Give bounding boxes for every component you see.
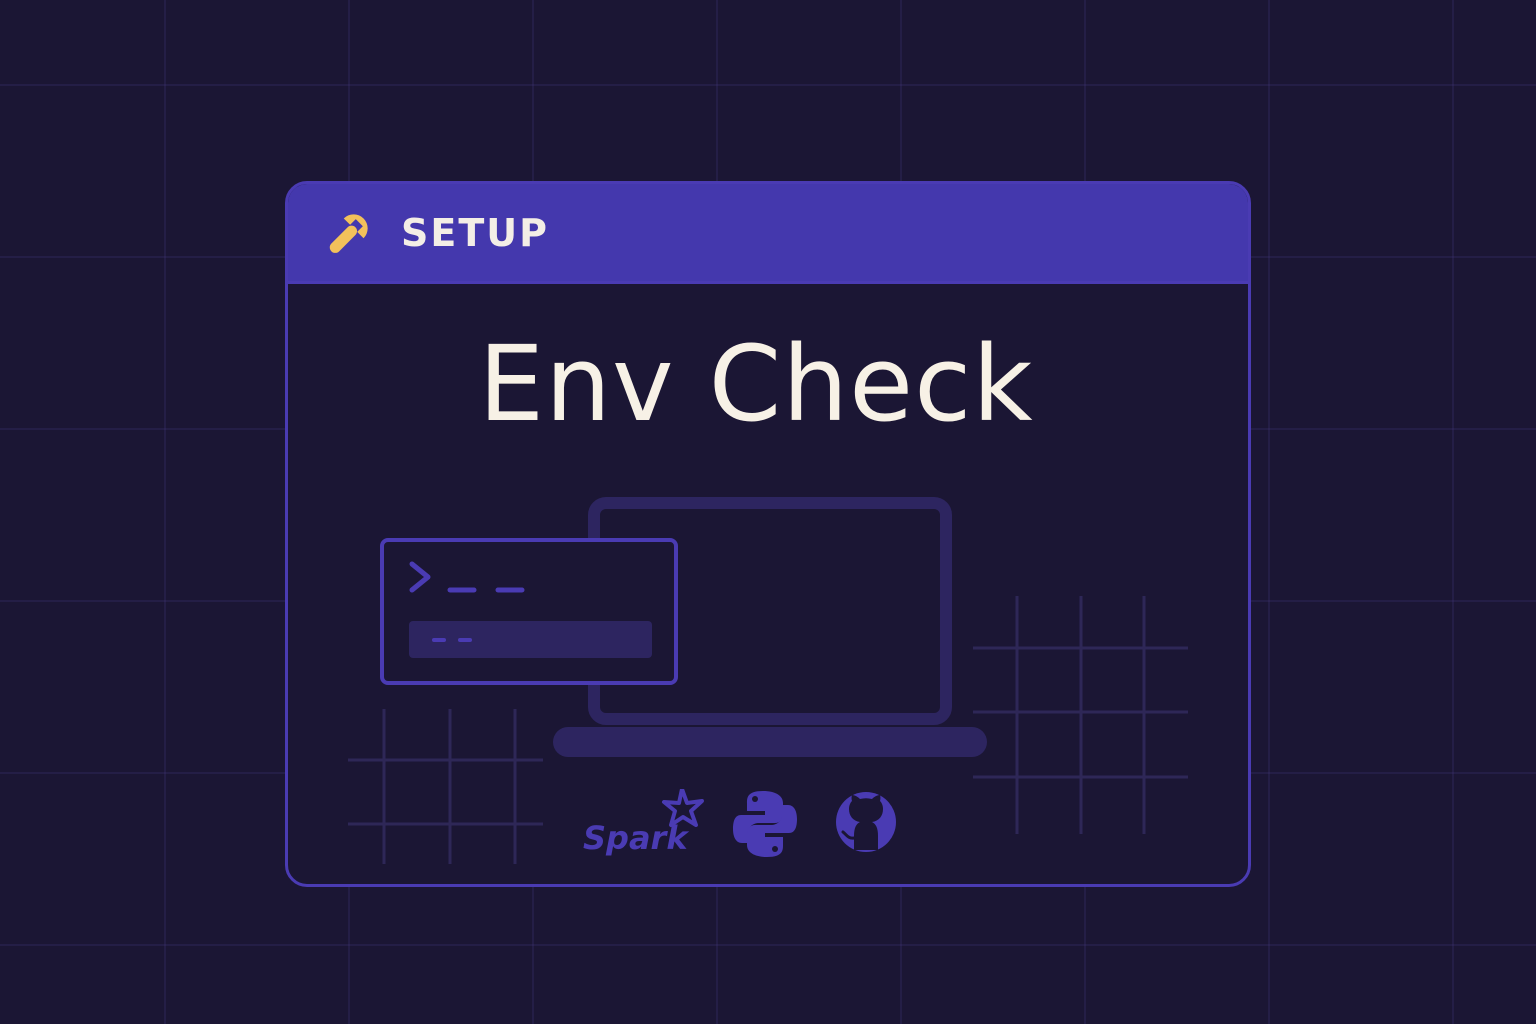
logo-row: Spark [583,787,923,859]
right-grid-decoration [973,596,1188,834]
spark-logo: Spark [583,787,704,857]
github-icon [836,792,896,852]
illustration [348,497,1188,864]
left-grid-decoration [348,709,543,864]
terminal-prompt-icon [380,538,678,685]
setup-card: SETUP Env Check Spark [285,181,1251,887]
python-icon [733,791,797,857]
